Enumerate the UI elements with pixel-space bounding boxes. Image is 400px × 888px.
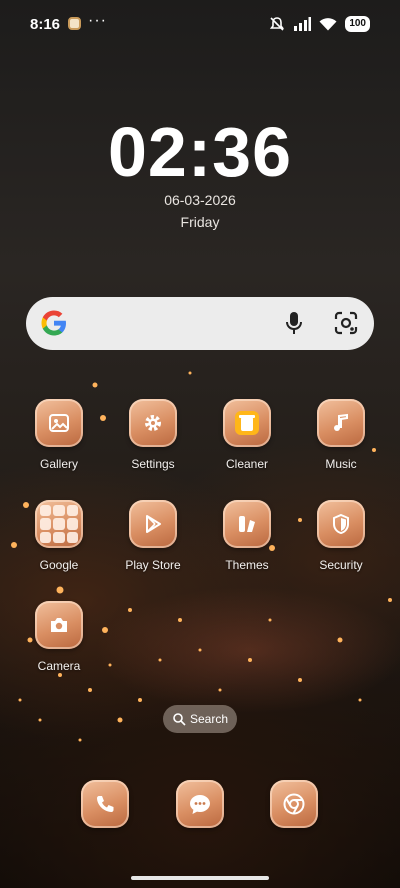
app-cleaner[interactable]: Cleaner [201,399,293,471]
notification-app-icon [68,17,81,30]
messages-icon [190,795,210,814]
music-note-icon [317,399,365,447]
app-label: Themes [225,558,269,572]
app-search-label: Search [189,712,229,726]
status-bar: 8:16 ··· 100 [0,0,400,48]
gallery-icon [35,399,83,447]
app-label: Camera [37,659,81,673]
app-label: Gallery [39,457,78,471]
app-label: Security [319,558,363,572]
app-label: Play Store [125,558,181,572]
app-search-button[interactable]: Search [163,705,237,733]
app-folder-google[interactable]: Google [13,500,105,572]
home-indicator[interactable] [131,876,269,880]
battery-icon: 100 [345,16,370,32]
wifi-icon [319,18,337,31]
status-time: 8:16 [30,16,61,33]
dock-phone[interactable] [81,780,129,828]
shield-icon [317,500,365,548]
app-play-store[interactable]: Play Store [107,500,199,572]
app-camera[interactable]: Camera [13,601,105,673]
google-logo-icon [41,310,66,336]
themes-icon [223,500,271,548]
play-store-icon [129,500,177,548]
gear-icon [129,399,177,447]
folder-icon [35,500,83,548]
google-lens-icon[interactable] [333,310,359,336]
microphone-icon[interactable] [282,310,306,336]
mute-icon [270,17,285,31]
clock-widget-date: 06-03-2026 [164,192,236,208]
clock-widget-weekday: Friday [180,214,220,230]
app-security[interactable]: Security [295,500,387,572]
app-label: Settings [131,457,175,471]
app-label: Music [325,457,357,471]
clock-widget-time[interactable]: 02:36 [0,112,400,192]
dock-messages[interactable] [176,780,224,828]
app-label: Cleaner [225,457,269,471]
app-settings[interactable]: Settings [107,399,199,471]
signal-icon [294,17,312,31]
phone-icon [97,796,114,812]
app-themes[interactable]: Themes [201,500,293,572]
search-icon [173,713,186,726]
app-music[interactable]: Music [295,399,387,471]
more-notifications-icon: ··· [88,12,107,29]
dock-chrome[interactable] [270,780,318,828]
trash-icon [223,399,271,447]
app-label: Google [39,558,79,572]
chrome-icon [283,793,305,815]
camera-icon [35,601,83,649]
google-search-bar[interactable] [26,297,374,350]
app-gallery[interactable]: Gallery [13,399,105,471]
